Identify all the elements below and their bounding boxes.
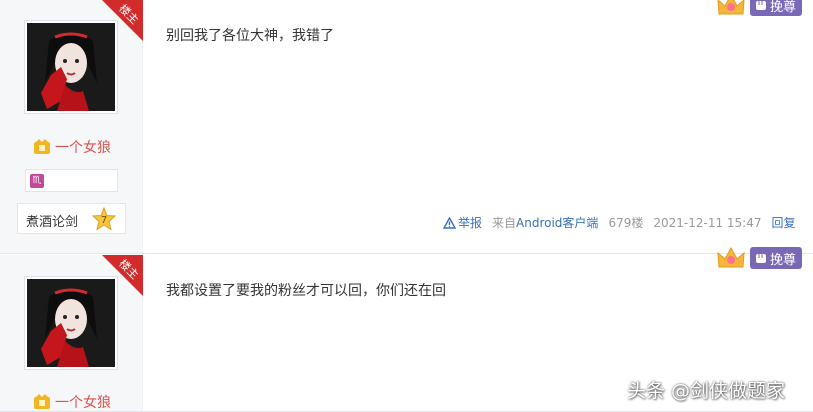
zodiac-badge: ♏	[25, 169, 118, 192]
post-content: 别回我了各位大神，我错了	[166, 28, 334, 44]
level-number: 7	[101, 215, 107, 226]
sign-button[interactable]: 挽尊	[750, 247, 803, 269]
user-row: 一个女狼	[33, 392, 111, 412]
vip-icon	[34, 394, 50, 409]
vip-icon	[34, 139, 50, 154]
post-679: 楼主 一个女狼 ♏ 煮酒论剑 7 挽尊 别回我了各位大神，我错了 举报 来自An…	[0, 0, 813, 254]
post-time: 2021-12-11 15:47	[653, 215, 762, 230]
user-sidebar: 楼主 一个女狼 ♏ 煮酒论剑 7	[0, 0, 143, 253]
avatar[interactable]	[24, 20, 118, 114]
source-link[interactable]: Android客户端	[516, 216, 598, 230]
level-name: 煮酒论剑	[26, 215, 79, 230]
user-row: 一个女狼	[33, 137, 111, 157]
user-sidebar: 楼主 一个女狼	[0, 255, 143, 411]
level-badge[interactable]: 煮酒论剑 7	[17, 203, 126, 234]
post-actions-top: 挽尊	[716, 245, 803, 271]
post-content: 我都设置了要我的粉丝才可以回，你们还在回	[166, 283, 446, 299]
post-meta: 举报 来自Android客户端 679楼 2021-12-11 15:47 回复	[443, 214, 796, 231]
crown-icon[interactable]	[716, 245, 746, 271]
floor-number: 679楼	[608, 216, 644, 230]
sign-label: 挽尊	[770, 0, 797, 15]
username[interactable]: 一个女狼	[55, 137, 111, 157]
username[interactable]: 一个女狼	[55, 392, 111, 412]
level-star-icon: 7	[92, 207, 116, 231]
report-label: 举报	[458, 216, 483, 230]
sign-button[interactable]: 挽尊	[750, 0, 803, 16]
fist-icon	[756, 254, 766, 263]
post-actions-top: 挽尊	[716, 0, 803, 18]
watermark: 头条 @剑侠做题家	[627, 380, 786, 402]
fist-icon	[756, 1, 766, 10]
report-button[interactable]: 举报	[443, 214, 482, 231]
warning-icon	[443, 216, 456, 229]
crown-icon[interactable]	[716, 0, 746, 18]
reply-button[interactable]: 回复	[771, 214, 795, 231]
avatar[interactable]	[24, 276, 118, 370]
sign-label: 挽尊	[770, 252, 797, 268]
scorpio-icon: ♏	[30, 174, 44, 188]
post-source: 来自Android客户端	[492, 216, 599, 230]
